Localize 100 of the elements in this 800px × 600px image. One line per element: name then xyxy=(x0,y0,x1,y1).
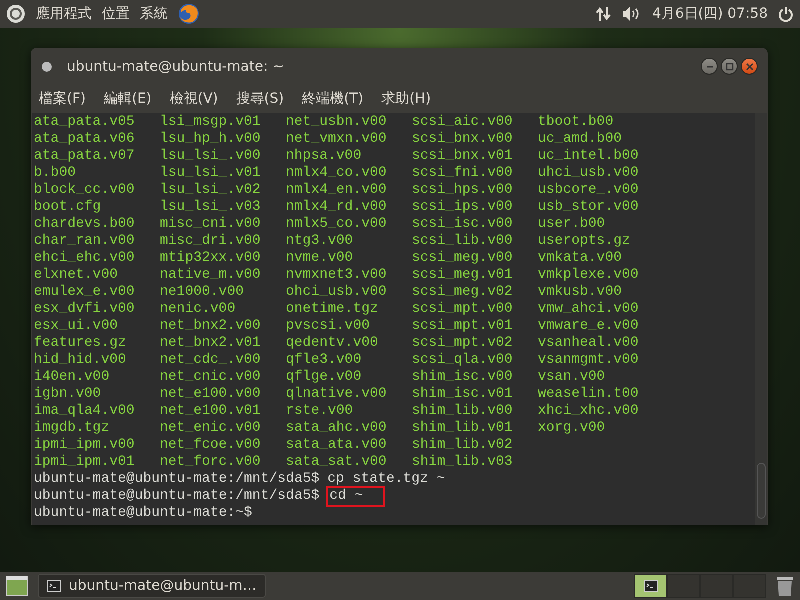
window-menu-icon[interactable] xyxy=(41,60,53,72)
file-name: scsi_lib.v00 xyxy=(412,233,514,250)
file-name: nenic.v00 xyxy=(160,301,237,318)
file-name: net_usbn.v00 xyxy=(286,114,388,131)
file-name: sata_ata.v00 xyxy=(286,437,388,454)
close-button[interactable] xyxy=(741,58,758,75)
maximize-button[interactable] xyxy=(721,58,738,75)
file-name: net_cdc_.v00 xyxy=(160,352,262,369)
workspace[interactable] xyxy=(634,574,667,598)
file-name: ehci_ehc.v00 xyxy=(34,250,136,267)
shell-prompt: ubuntu-mate@ubuntu-mate:/mnt/sda5$ xyxy=(34,488,320,505)
file-name: net_e100.v00 xyxy=(160,386,262,403)
file-name: ipmi_ipm.v01 xyxy=(34,454,136,471)
window-thumbnail-icon xyxy=(644,580,658,592)
file-name: char_ran.v00 xyxy=(34,233,136,250)
file-name: scsi_meg.v02 xyxy=(412,284,514,301)
menu-logo-icon[interactable] xyxy=(6,4,26,24)
menu-item[interactable]: 求助(H) xyxy=(382,90,432,108)
menu-item[interactable]: 搜尋(S) xyxy=(236,90,284,108)
file-name: scsi_mpt.v02 xyxy=(412,335,514,352)
network-icon[interactable] xyxy=(596,6,612,22)
power-icon[interactable] xyxy=(778,6,794,22)
file-name: user.b00 xyxy=(538,216,606,233)
file-name: boot.cfg xyxy=(34,199,102,216)
file-name: net_e100.v01 xyxy=(160,403,262,420)
file-name: vmkusb.v00 xyxy=(538,284,624,301)
file-name: vsan.v00 xyxy=(538,369,606,386)
file-name: nvme.v00 xyxy=(286,250,354,267)
trash-icon[interactable] xyxy=(776,575,794,597)
file-name: nhpsa.v00 xyxy=(286,148,363,165)
file-name: lsu_hp_h.v00 xyxy=(160,131,262,148)
panel-menu[interactable]: 系統 xyxy=(140,5,168,23)
file-name: shim_lib.v00 xyxy=(412,403,514,420)
file-name: scsi_fni.v00 xyxy=(412,165,514,182)
file-name: vsanheal.v00 xyxy=(538,335,640,352)
scrollbar[interactable] xyxy=(755,113,767,525)
file-name: rste.v00 xyxy=(286,403,354,420)
file-name: nmlx4_rd.v00 xyxy=(286,199,388,216)
file-name: lsu_lsi_.v03 xyxy=(160,199,262,216)
menu-item[interactable]: 終端機(T) xyxy=(302,90,364,108)
file-name: elxnet.v00 xyxy=(34,267,120,284)
file-name: usbcore_.v00 xyxy=(538,182,640,199)
file-name: shim_lib.v03 xyxy=(412,454,514,471)
file-name: useropts.gz xyxy=(538,233,632,250)
file-name: scsi_mpt.v01 xyxy=(412,318,514,335)
file-name: nmlx4_co.v00 xyxy=(286,165,388,182)
file-name: misc_cni.v00 xyxy=(160,216,262,233)
file-name: xhci_xhc.v00 xyxy=(538,403,640,420)
file-name: qlnative.v00 xyxy=(286,386,388,403)
file-name: xorg.v00 xyxy=(538,420,606,437)
clock[interactable]: 4月6日(四) 07:58 xyxy=(652,5,768,23)
file-name: lsi_msgp.v01 xyxy=(160,114,262,131)
file-name: emulex_e.v00 xyxy=(34,284,136,301)
panel-menu[interactable]: 應用程式 xyxy=(36,5,92,23)
file-name: scsi_bnx.v00 xyxy=(412,131,514,148)
file-name: ohci_usb.v00 xyxy=(286,284,388,301)
file-name: ata_pata.v06 xyxy=(34,131,136,148)
file-name: vmkata.v00 xyxy=(538,250,624,267)
file-name: net_forc.v00 xyxy=(160,454,262,471)
menu-item[interactable]: 編輯(E) xyxy=(104,90,152,108)
file-name: weaselin.t00 xyxy=(538,386,640,403)
file-name: nvmxnet3.v00 xyxy=(286,267,388,284)
command-text: cp state.tgz ~ xyxy=(328,471,446,488)
file-name: esx_dvfi.v00 xyxy=(34,301,136,318)
minimize-button[interactable] xyxy=(701,58,718,75)
highlighted-command: cd ~ xyxy=(328,488,384,505)
file-name: hid_hid.v00 xyxy=(34,352,128,369)
menu-item[interactable]: 檔案(F) xyxy=(39,90,86,108)
scrollbar-thumb[interactable] xyxy=(757,463,766,519)
file-name: nmlx4_en.v00 xyxy=(286,182,388,199)
file-name: tboot.b00 xyxy=(538,114,615,131)
file-name: features.gz xyxy=(34,335,128,352)
file-name: net_cnic.v00 xyxy=(160,369,262,386)
file-name: i40en.v00 xyxy=(34,369,111,386)
file-name: ima_qla4.v00 xyxy=(34,403,136,420)
file-name: lsu_lsi_.v02 xyxy=(160,182,262,199)
file-name: net_bnx2.v01 xyxy=(160,335,262,352)
file-name: lsu_lsi_.v01 xyxy=(160,165,262,182)
close-icon xyxy=(746,62,754,70)
browser-icon[interactable] xyxy=(178,3,200,25)
file-name: chardevs.b00 xyxy=(34,216,136,233)
taskbar-item[interactable]: ubuntu-mate@ubuntu-m… xyxy=(38,574,266,598)
file-name: vsanmgmt.v00 xyxy=(538,352,640,369)
file-name: esx_ui.v00 xyxy=(34,318,120,335)
file-name: ntg3.v00 xyxy=(286,233,354,250)
file-name: net_vmxn.v00 xyxy=(286,131,388,148)
menu-item[interactable]: 檢視(V) xyxy=(170,90,218,108)
file-name: igbn.v00 xyxy=(34,386,102,403)
file-name: shim_isc.v01 xyxy=(412,386,514,403)
file-name: qedentv.v00 xyxy=(286,335,380,352)
file-name: scsi_ips.v00 xyxy=(412,199,514,216)
file-name: net_fcoe.v00 xyxy=(160,437,262,454)
file-name: qflge.v00 xyxy=(286,369,363,386)
file-name: ne1000.v00 xyxy=(160,284,246,301)
file-name: shim_isc.v00 xyxy=(412,369,514,386)
file-name: shim_lib.v01 xyxy=(412,420,514,437)
file-name: block_cc.v00 xyxy=(34,182,136,199)
file-name: scsi_hps.v00 xyxy=(412,182,514,199)
panel-menu[interactable]: 位置 xyxy=(102,5,130,23)
file-name: nmlx5_co.v00 xyxy=(286,216,388,233)
